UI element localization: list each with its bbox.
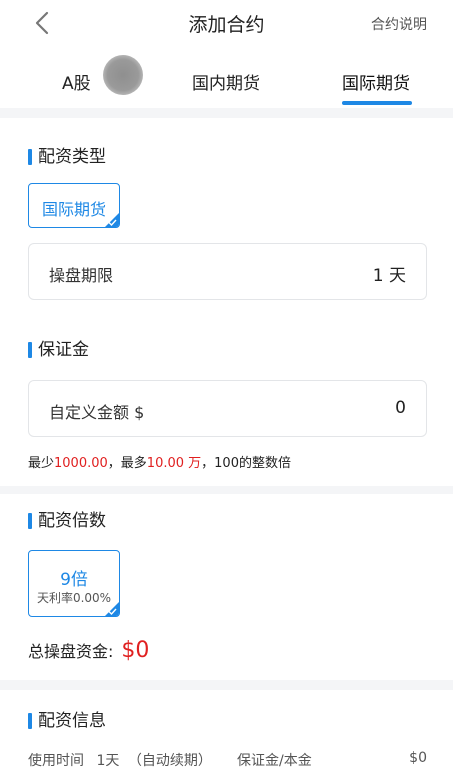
duration-field[interactable]: 操盘期限 1 天 — [28, 243, 427, 300]
check-icon — [108, 219, 117, 226]
hint-prefix: 最少 — [28, 456, 55, 471]
allocation-info-row: 使用时间 1天 （自动续期） 保证金/本金 $0 — [28, 750, 427, 770]
principal-label: 保证金/本金 — [237, 753, 312, 769]
hint-min: 1000.00 — [54, 456, 108, 471]
header: 添加合约 合约说明 — [0, 0, 453, 44]
custom-amount-input[interactable]: 0 — [395, 398, 406, 418]
total-capital-value: $0 — [121, 638, 150, 663]
hint-suffix: ，100的整数倍 — [201, 456, 291, 471]
section-divider — [0, 680, 453, 690]
margin-hint: 最少1000.00，最多10.00 万，100的整数倍 — [28, 452, 291, 471]
hint-mid: ，最多 — [107, 456, 147, 471]
multiplier-option-label: 9倍 — [60, 570, 88, 590]
allocation-type-title: 配资类型 — [28, 147, 106, 167]
tab-domestic-futures[interactable]: 国内期货 — [180, 52, 280, 108]
allocation-type-option-international[interactable]: 国际期货 — [28, 183, 120, 228]
custom-amount-field[interactable]: 自定义金额 $ 0 — [28, 380, 427, 437]
check-icon — [108, 608, 117, 615]
custom-amount-label: 自定义金额 $ — [49, 403, 145, 422]
duration-label: 操盘期限 — [49, 266, 114, 285]
contract-help-link[interactable]: 合约说明 — [371, 14, 427, 34]
multiplier-title: 配资倍数 — [28, 511, 106, 531]
renew-note: （自动续期） — [127, 753, 212, 769]
section-divider — [0, 486, 453, 494]
tab-domestic-futures-label: 国内期货 — [192, 74, 260, 94]
tab-a-shares[interactable]: A股 — [40, 52, 150, 108]
market-tabs: A股 国内期货 国际期货 — [0, 52, 453, 108]
allocation-info-title: 配资信息 — [28, 711, 106, 731]
margin-title: 保证金 — [28, 340, 89, 360]
use-time-label: 使用时间 — [28, 753, 84, 769]
section-divider — [0, 108, 453, 118]
principal-value: $0 — [409, 750, 427, 766]
total-capital: 总操盘资金: $0 — [28, 638, 149, 663]
tab-a-shares-label: A股 — [62, 74, 91, 94]
total-capital-label: 总操盘资金: — [28, 642, 114, 661]
tab-international-futures[interactable]: 国际期货 — [330, 52, 430, 108]
multiplier-option-9x[interactable]: 9倍 天利率0.00% — [28, 550, 120, 617]
duration-value: 1 天 — [372, 266, 406, 286]
hint-max: 10.00 万 — [146, 456, 202, 471]
blurred-avatar — [103, 55, 143, 95]
tab-international-futures-label: 国际期货 — [342, 74, 410, 94]
active-tab-indicator — [342, 101, 412, 105]
use-time-value: 1天 — [96, 753, 120, 769]
